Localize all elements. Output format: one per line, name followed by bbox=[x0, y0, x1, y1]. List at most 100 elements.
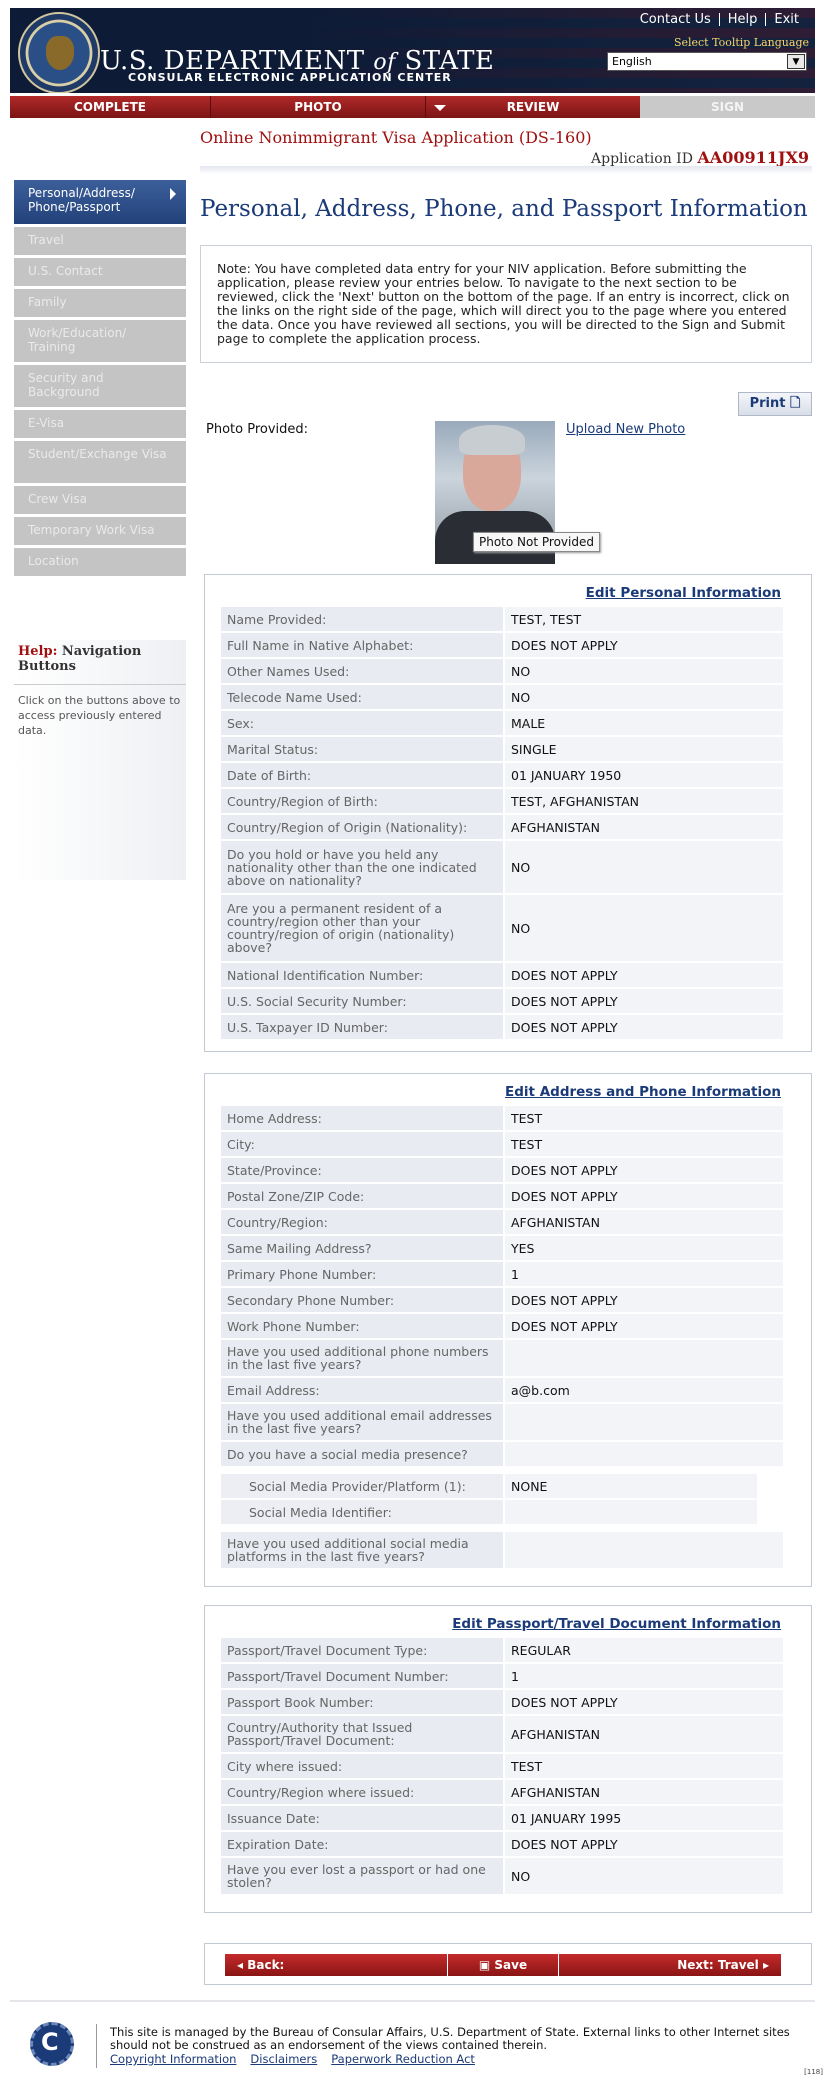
field-label: Country/Authority that Issued Passport/T… bbox=[221, 1716, 503, 1752]
field-value: AFGHANISTAN bbox=[503, 815, 783, 839]
field-label: U.S. Social Security Number: bbox=[221, 989, 503, 1013]
field-value: DOES NOT APPLY bbox=[503, 989, 783, 1013]
help-text: Click on the buttons above to access pre… bbox=[14, 684, 186, 746]
field-label: Work Phone Number: bbox=[221, 1314, 503, 1338]
edit-personal-link[interactable]: Edit Personal Information bbox=[205, 575, 811, 607]
review-row: Do you have a social media presence? bbox=[221, 1442, 783, 1468]
review-row: Expiration Date: DOES NOT APPLY bbox=[221, 1832, 783, 1858]
review-row: National Identification Number: DOES NOT … bbox=[221, 963, 783, 989]
edit-address-link[interactable]: Edit Address and Phone Information bbox=[205, 1074, 811, 1106]
sidebar-item-personal[interactable]: Personal/Address/ Phone/Passport bbox=[14, 180, 186, 224]
footer-text: This site is managed by the Bureau of Co… bbox=[110, 2025, 790, 2052]
review-row: Date of Birth: 01 JANUARY 1950 bbox=[221, 763, 783, 789]
back-button[interactable]: ◂ Back: bbox=[225, 1954, 447, 1976]
review-row: City where issued: TEST bbox=[221, 1754, 783, 1780]
sidebar-item-evisa[interactable]: E-Visa bbox=[14, 410, 186, 438]
review-row: Do you hold or have you held any nationa… bbox=[221, 841, 783, 895]
help-panel: Help: Navigation Buttons Click on the bu… bbox=[14, 640, 186, 880]
field-label: City where issued: bbox=[221, 1754, 503, 1778]
field-value: MALE bbox=[503, 711, 783, 735]
field-value: a@b.com bbox=[503, 1378, 783, 1402]
photo-tooltip: Photo Not Provided bbox=[473, 532, 600, 552]
edit-passport-link[interactable]: Edit Passport/Travel Document Informatio… bbox=[205, 1606, 811, 1638]
disclaimers-link[interactable]: Disclaimers bbox=[250, 2052, 317, 2066]
review-row: Secondary Phone Number: DOES NOT APPLY bbox=[221, 1288, 783, 1314]
field-value: TEST bbox=[503, 1106, 783, 1130]
review-row: Telecode Name Used: NO bbox=[221, 685, 783, 711]
sidebar-item-family[interactable]: Family bbox=[14, 289, 186, 317]
top-menu: Contact Us Help Exit bbox=[632, 12, 807, 27]
sidebar-item-security[interactable]: Security and Background bbox=[14, 365, 186, 407]
field-label: Do you hold or have you held any nationa… bbox=[221, 841, 503, 893]
sidebar-item-temporary-work[interactable]: Temporary Work Visa bbox=[14, 517, 186, 545]
field-label: Email Address: bbox=[221, 1378, 503, 1402]
save-icon: ▣ bbox=[478, 1958, 491, 1972]
sidebar-item-work-education[interactable]: Work/Education/ Training bbox=[14, 320, 186, 362]
field-label: Country/Region where issued: bbox=[221, 1780, 503, 1804]
field-value: 01 JANUARY 1950 bbox=[503, 763, 783, 787]
review-row: State/Province: DOES NOT APPLY bbox=[221, 1158, 783, 1184]
field-label: Country/Region of Origin (Nationality): bbox=[221, 815, 503, 839]
progress-bar: COMPLETE PHOTO REVIEW SIGN bbox=[10, 96, 815, 118]
page-title: Personal, Address, Phone, and Passport I… bbox=[200, 196, 808, 222]
passport-section: Edit Passport/Travel Document Informatio… bbox=[204, 1605, 812, 1913]
review-row: City: TEST bbox=[221, 1132, 783, 1158]
field-label: Are you a permanent resident of a countr… bbox=[221, 895, 503, 961]
field-label: Have you ever lost a passport or had one… bbox=[221, 1858, 503, 1894]
field-label: Passport Book Number: bbox=[221, 1690, 503, 1714]
print-button[interactable]: Print 🗋 bbox=[738, 392, 812, 416]
field-label: Do you have a social media presence? bbox=[221, 1442, 503, 1466]
review-note: Note: You have completed data entry for … bbox=[200, 245, 812, 363]
review-row: Sex: MALE bbox=[221, 711, 783, 737]
field-value: TEST, AFGHANISTAN bbox=[503, 789, 783, 813]
step-photo: PHOTO bbox=[210, 96, 425, 118]
chevron-right-icon: ▸ bbox=[762, 1958, 769, 1972]
field-label: Passport/Travel Document Type: bbox=[221, 1638, 503, 1662]
field-value: TEST bbox=[503, 1132, 783, 1156]
next-button[interactable]: Next: Travel ▸ bbox=[559, 1954, 781, 1976]
help-link[interactable]: Help bbox=[720, 12, 766, 27]
contact-us-link[interactable]: Contact Us bbox=[632, 12, 719, 27]
field-label: Issuance Date: bbox=[221, 1806, 503, 1830]
tooltip-language-label: Select Tooltip Language bbox=[673, 36, 809, 49]
sidebar-item-travel[interactable]: Travel bbox=[14, 227, 186, 255]
field-value bbox=[503, 1404, 783, 1440]
language-select[interactable]: English ▼ bbox=[607, 52, 807, 71]
review-row: U.S. Social Security Number: DOES NOT APP… bbox=[221, 989, 783, 1015]
chevron-down-icon: ▼ bbox=[787, 54, 805, 69]
photo-label: Photo Provided: bbox=[206, 422, 309, 437]
field-value: DOES NOT APPLY bbox=[503, 1314, 783, 1338]
field-label: Primary Phone Number: bbox=[221, 1262, 503, 1286]
field-label: Name Provided: bbox=[221, 607, 503, 631]
sidebar-item-location[interactable]: Location bbox=[14, 548, 186, 576]
field-label: Other Names Used: bbox=[221, 659, 503, 683]
paperwork-reduction-link[interactable]: Paperwork Reduction Act bbox=[331, 2052, 475, 2066]
caret-down-icon bbox=[434, 105, 446, 111]
field-value: DOES NOT APPLY bbox=[503, 1158, 783, 1182]
sidebar-item-crew-visa[interactable]: Crew Visa bbox=[14, 486, 186, 514]
field-label: Have you used additional social media pl… bbox=[221, 1532, 503, 1568]
review-row: Home Address: TEST bbox=[221, 1106, 783, 1132]
field-label: Secondary Phone Number: bbox=[221, 1288, 503, 1312]
field-label: National Identification Number: bbox=[221, 963, 503, 987]
sidebar-item-us-contact[interactable]: U.S. Contact bbox=[14, 258, 186, 286]
field-label: Country/Region: bbox=[221, 1210, 503, 1234]
field-value: AFGHANISTAN bbox=[503, 1716, 783, 1752]
footer-links: Copyright Information Disclaimers Paperwor… bbox=[110, 2052, 489, 2066]
review-row: Passport/Travel Document Type: REGULAR bbox=[221, 1638, 783, 1664]
field-label: Same Mailing Address? bbox=[221, 1236, 503, 1260]
field-value: DOES NOT APPLY bbox=[503, 1288, 783, 1312]
field-value bbox=[503, 1340, 783, 1376]
field-value: DOES NOT APPLY bbox=[503, 633, 783, 657]
field-label: Passport/Travel Document Number: bbox=[221, 1664, 503, 1688]
sidebar-item-student-exchange[interactable]: Student/Exchange Visa bbox=[14, 441, 186, 483]
personal-section: Edit Personal Information Name Provided:… bbox=[204, 574, 812, 1052]
save-button[interactable]: ▣ Save bbox=[448, 1954, 558, 1976]
field-value: AFGHANISTAN bbox=[503, 1780, 783, 1804]
exit-link[interactable]: Exit bbox=[766, 12, 807, 27]
copyright-link[interactable]: Copyright Information bbox=[110, 2052, 236, 2066]
upload-photo-link[interactable]: Upload New Photo bbox=[566, 422, 685, 437]
field-value: NO bbox=[503, 841, 783, 893]
field-label: Postal Zone/ZIP Code: bbox=[221, 1184, 503, 1208]
review-row: Have you used additional social media pl… bbox=[221, 1532, 783, 1570]
